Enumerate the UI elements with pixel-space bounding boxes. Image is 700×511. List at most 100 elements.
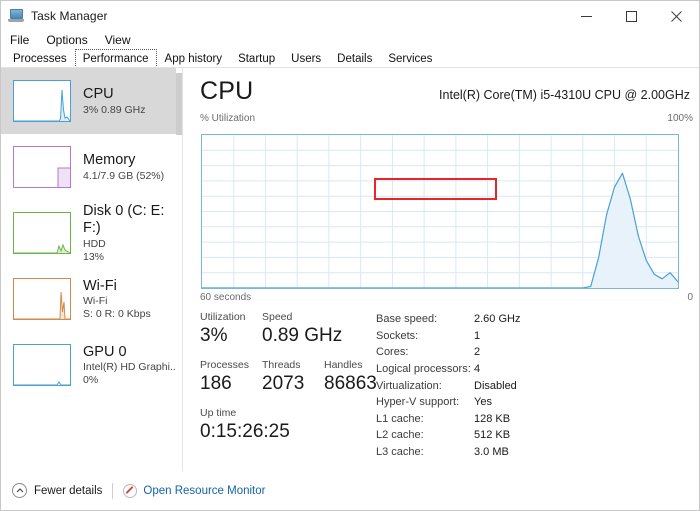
stat-speed-value: 0.89 GHz (262, 324, 342, 348)
x-axis-left-label: 60 seconds (200, 292, 251, 303)
sidebar-item-disk-0-line1: HDD (83, 238, 182, 250)
sidebar-item-disk-0[interactable]: Disk 0 (C: E: F:) HDD 13% (1, 200, 182, 266)
tab-performance[interactable]: Performance (75, 49, 157, 68)
sidebar-item-memory-title: Memory (83, 152, 164, 169)
stat-threads: Threads 2073 (262, 359, 324, 396)
detail-virtualization-value: Disabled (474, 380, 517, 392)
status-bar: Fewer details Open Resource Monitor (1, 471, 699, 510)
detail-l2-cache-value: 512 KB (474, 429, 510, 441)
sidebar-item-cpu[interactable]: CPU 3% 0.89 GHz (1, 68, 182, 134)
fewer-details-label: Fewer details (34, 485, 102, 497)
footer-divider (112, 483, 113, 499)
detail-l3-cache-key: L3 cache: (376, 446, 474, 458)
sidebar-item-gpu-0[interactable]: GPU 0 Intel(R) HD Graphi... 0% (1, 332, 182, 398)
tab-processes[interactable]: Processes (5, 49, 75, 68)
detail-base-speed-value: 2.60 GHz (474, 313, 520, 325)
detail-row-l3-cache: L3 cache: 3.0 MB (376, 444, 546, 461)
y-axis-label: % Utilization (200, 113, 255, 124)
stat-utilization-label: Utilization (200, 311, 262, 323)
chevron-up-icon[interactable] (12, 483, 27, 498)
sidebar-item-wifi-title: Wi-Fi (83, 278, 151, 295)
stats-row-processes-threads-handles: Processes 186 Threads 2073 Handles 86863 (200, 359, 380, 396)
detail-row-l2-cache: L2 cache: 512 KB (376, 427, 546, 444)
fewer-details-button[interactable]: Fewer details (34, 485, 102, 497)
title-bar: Task Manager (1, 1, 699, 31)
detail-row-cores: Cores: 2 (376, 344, 546, 361)
detail-sockets-value: 1 (474, 330, 480, 342)
resource-monitor-icon (123, 484, 137, 498)
tab-users[interactable]: Users (283, 49, 329, 68)
detail-cores-key: Cores: (376, 346, 474, 358)
detail-cores-value: 2 (474, 346, 480, 358)
sidebar-item-gpu-0-title: GPU 0 (83, 344, 179, 361)
detail-row-sockets: Sockets: 1 (376, 328, 546, 345)
sidebar-item-cpu-line1: 3% 0.89 GHz (83, 104, 145, 116)
maximize-button[interactable] (609, 1, 654, 31)
stat-speed: Speed 0.89 GHz (262, 311, 342, 348)
memory-thumbnail-graph (13, 146, 71, 188)
detail-base-speed-key: Base speed: (376, 313, 474, 325)
tab-app-history[interactable]: App history (157, 49, 231, 68)
cpu-stats-primary: Utilization 3% Speed 0.89 GHz Processes … (200, 311, 380, 454)
sidebar-item-memory[interactable]: Memory 4.1/7.9 GB (52%) (1, 134, 182, 200)
graph-top-axis: % Utilization 100% (200, 113, 693, 124)
resource-sidebar: CPU 3% 0.89 GHz Memory 4.1/7.9 GB (52%) (1, 68, 183, 471)
detail-row-base-speed: Base speed: 2.60 GHz (376, 311, 546, 328)
stats-row-uptime: Up time 0:15:26:25 (200, 407, 380, 444)
gpu-thumbnail-graph (13, 344, 71, 386)
menu-item-options[interactable]: Options (45, 33, 88, 47)
detail-logical-processors-value: 4 (474, 363, 480, 375)
y-axis-max-label: 100% (667, 113, 693, 124)
stats-row-utilization-speed: Utilization 3% Speed 0.89 GHz (200, 311, 380, 348)
stat-processes: Processes 186 (200, 359, 262, 396)
sidebar-item-wifi-text: Wi-Fi Wi-Fi S: 0 R: 0 Kbps (83, 278, 151, 321)
disk-thumbnail-graph (13, 212, 71, 254)
stat-processes-value: 186 (200, 372, 262, 396)
detail-l3-cache-value: 3.0 MB (474, 446, 509, 458)
detail-l1-cache-key: L1 cache: (376, 413, 474, 425)
close-button[interactable] (654, 1, 699, 31)
stat-threads-value: 2073 (262, 372, 324, 396)
detail-virtualization-key: Virtualization: (376, 380, 474, 392)
task-manager-window: Task Manager File Options View Processes… (0, 0, 700, 511)
tab-details[interactable]: Details (329, 49, 380, 68)
sidebar-item-disk-0-text: Disk 0 (C: E: F:) HDD 13% (83, 203, 182, 262)
minimize-button[interactable] (564, 1, 609, 31)
detail-row-logical-processors: Logical processors: 4 (376, 361, 546, 378)
stat-threads-label: Threads (262, 359, 324, 371)
detail-l2-cache-key: L2 cache: (376, 429, 474, 441)
sidebar-item-gpu-0-line2: 0% (83, 374, 179, 386)
detail-l1-cache-value: 128 KB (474, 413, 510, 425)
page-title: CPU (200, 77, 253, 106)
sidebar-item-wifi[interactable]: Wi-Fi Wi-Fi S: 0 R: 0 Kbps (1, 266, 182, 332)
sidebar-item-cpu-text: CPU 3% 0.89 GHz (83, 86, 145, 116)
tab-startup[interactable]: Startup (230, 49, 283, 68)
sidebar-item-wifi-line2: S: 0 R: 0 Kbps (83, 308, 151, 320)
detail-row-virtualization: Virtualization: Disabled (376, 377, 546, 394)
detail-hyper-v-support-value: Yes (474, 396, 492, 408)
tab-strip: Processes Performance App history Startu… (1, 47, 699, 68)
cpu-stats-details: Base speed: 2.60 GHz Sockets: 1 Cores: 2… (376, 311, 546, 460)
detail-row-l1-cache: L1 cache: 128 KB (376, 411, 546, 428)
sidebar-scrollbar-thumb[interactable] (176, 73, 182, 135)
sidebar-item-cpu-title: CPU (83, 86, 145, 103)
detail-sockets-key: Sockets: (376, 330, 474, 342)
menu-item-file[interactable]: File (9, 33, 30, 47)
sidebar-item-disk-0-title: Disk 0 (C: E: F:) (83, 203, 182, 236)
menu-item-view[interactable]: View (104, 33, 132, 47)
sidebar-item-memory-line1: 4.1/7.9 GB (52%) (83, 170, 164, 182)
cpu-utilization-graph[interactable] (201, 134, 679, 289)
stat-utilization: Utilization 3% (200, 311, 262, 348)
stat-uptime-value: 0:15:26:25 (200, 420, 380, 444)
detail-logical-processors-key: Logical processors: (376, 363, 474, 375)
sidebar-item-wifi-line1: Wi-Fi (83, 295, 151, 307)
stat-utilization-value: 3% (200, 324, 262, 348)
window-title: Task Manager (31, 9, 108, 23)
stat-uptime-label: Up time (200, 407, 380, 419)
tab-services[interactable]: Services (380, 49, 440, 68)
sidebar-item-disk-0-line2: 13% (83, 251, 182, 263)
sidebar-item-gpu-0-text: GPU 0 Intel(R) HD Graphi... 0% (83, 344, 179, 387)
detail-row-hyper-v-support: Hyper-V support: Yes (376, 394, 546, 411)
cpu-performance-panel: CPU Intel(R) Core(TM) i5-4310U CPU @ 2.0… (184, 68, 699, 471)
open-resource-monitor-link[interactable]: Open Resource Monitor (143, 485, 265, 497)
